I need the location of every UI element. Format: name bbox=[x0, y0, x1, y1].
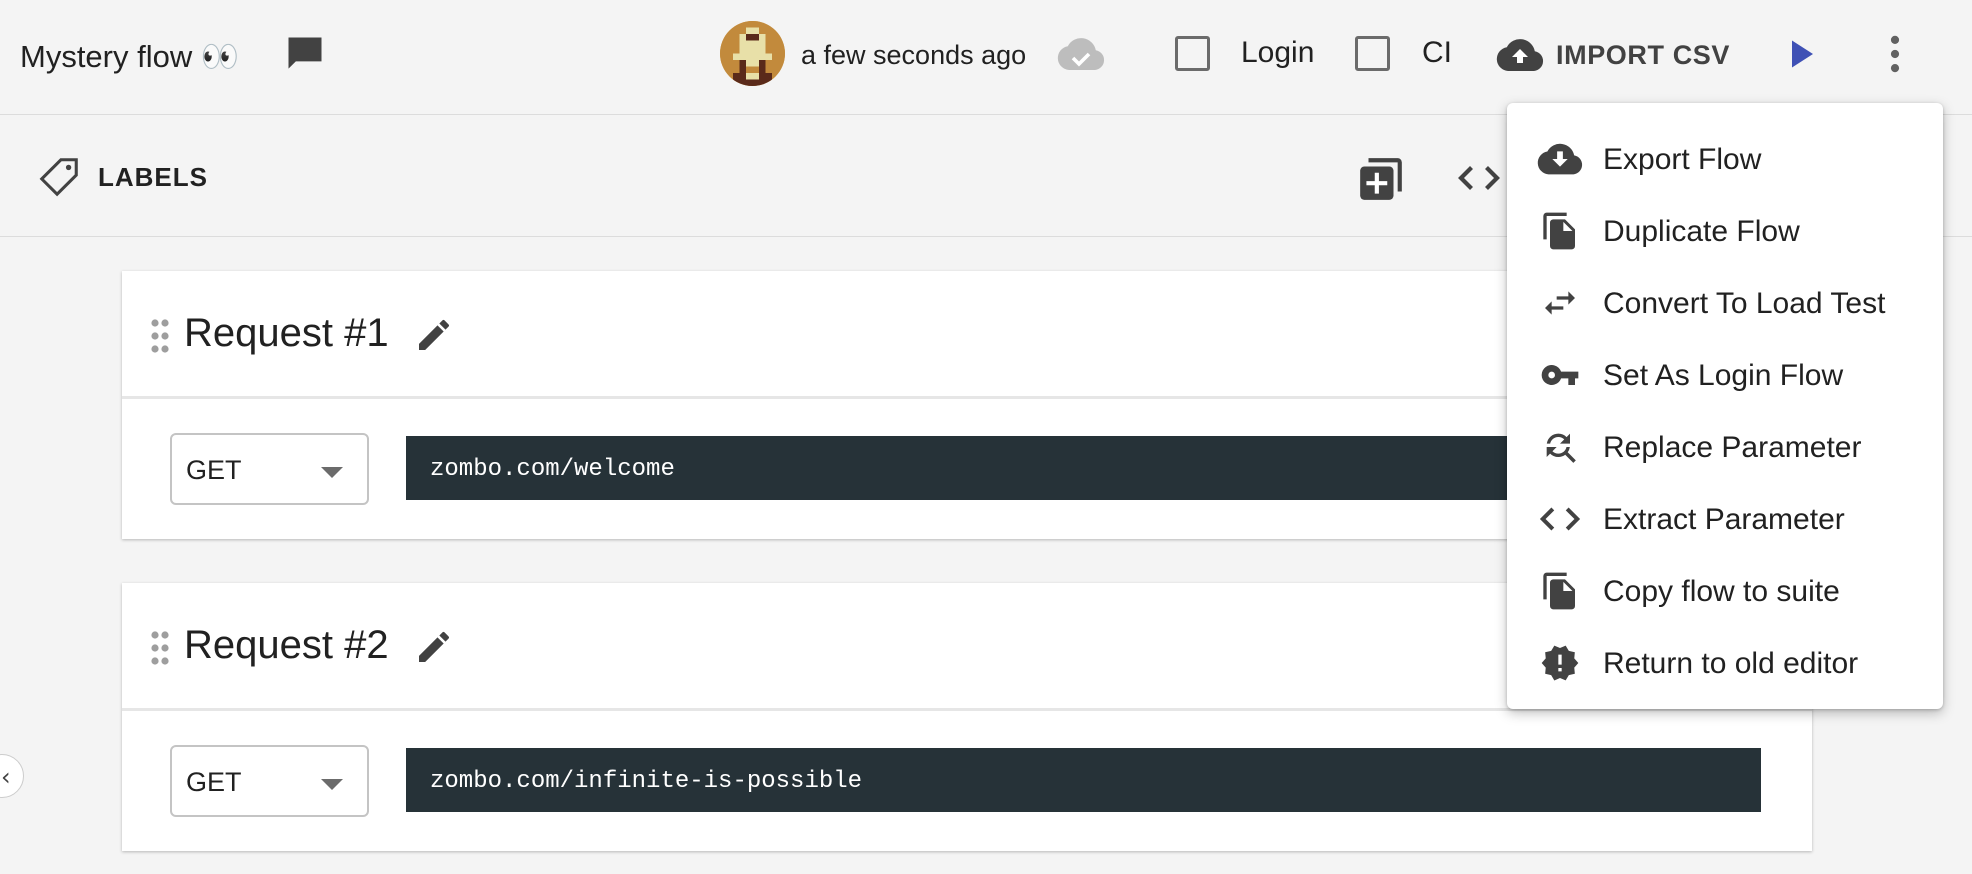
method-value: GET bbox=[186, 767, 242, 797]
method-value: GET bbox=[186, 455, 242, 485]
labels-label: LABELS bbox=[98, 161, 208, 192]
code-icon[interactable] bbox=[1455, 160, 1503, 196]
cloud-download-icon bbox=[1537, 143, 1583, 175]
menu-item-label: Return to old editor bbox=[1603, 647, 1859, 680]
swap-arrows-icon bbox=[1545, 291, 1575, 315]
drag-handle-icon[interactable] bbox=[150, 319, 170, 353]
comment-icon[interactable] bbox=[283, 32, 327, 76]
dropdown-arrow-icon bbox=[321, 467, 343, 478]
copy-icon bbox=[1543, 572, 1575, 610]
find-replace-icon bbox=[1546, 433, 1576, 463]
url-value: zombo.com/infinite-is-possible bbox=[430, 768, 863, 795]
label-tag-icon bbox=[39, 158, 78, 197]
method-select[interactable]: GET bbox=[170, 433, 369, 505]
request-title: Request #1 bbox=[184, 311, 389, 355]
code-icon bbox=[1539, 507, 1581, 531]
avatar[interactable] bbox=[720, 21, 785, 86]
alert-badge-icon bbox=[1541, 645, 1579, 681]
copy-icon bbox=[1543, 212, 1575, 250]
menu-item-label: Duplicate Flow bbox=[1603, 215, 1800, 248]
play-icon[interactable] bbox=[1783, 36, 1819, 72]
menu-item-label: Convert To Load Test bbox=[1603, 287, 1886, 320]
menu-item-duplicate-flow[interactable]: Duplicate Flow bbox=[1507, 195, 1943, 267]
ci-label: CI bbox=[1422, 36, 1452, 69]
ci-checkbox[interactable] bbox=[1355, 36, 1390, 71]
import-csv-button[interactable]: IMPORT CSV bbox=[1496, 30, 1730, 80]
login-checkbox[interactable] bbox=[1175, 36, 1210, 71]
chevron-left-icon: ‹ bbox=[1, 763, 11, 791]
edit-pencil-icon[interactable] bbox=[414, 627, 454, 667]
key-icon bbox=[1541, 365, 1579, 385]
login-label: Login bbox=[1241, 36, 1315, 69]
labels-button[interactable]: LABELS bbox=[36, 154, 208, 200]
menu-item-export-flow[interactable]: Export Flow bbox=[1507, 123, 1943, 195]
top-app-bar: Mystery flow 👀 a few seconds ago Login C… bbox=[0, 0, 1972, 115]
drag-handle-icon[interactable] bbox=[150, 631, 170, 665]
flow-options-menu: Export Flow Duplicate Flow Convert To Lo… bbox=[1507, 103, 1943, 709]
cloud-saved-icon bbox=[1057, 38, 1105, 70]
add-box-icon[interactable] bbox=[1356, 154, 1406, 204]
url-value: zombo.com/welcome bbox=[430, 456, 675, 483]
menu-item-return-old-editor[interactable]: Return to old editor bbox=[1507, 627, 1943, 699]
menu-item-set-login-flow[interactable]: Set As Login Flow bbox=[1507, 339, 1943, 411]
menu-item-label: Copy flow to suite bbox=[1603, 575, 1840, 608]
more-vert-icon[interactable] bbox=[1876, 32, 1914, 76]
url-input[interactable]: zombo.com/infinite-is-possible bbox=[406, 748, 1761, 812]
cloud-upload-icon bbox=[1496, 39, 1544, 71]
last-saved-text: a few seconds ago bbox=[801, 40, 1027, 70]
edit-pencil-icon[interactable] bbox=[414, 315, 454, 355]
menu-item-replace-parameter[interactable]: Replace Parameter bbox=[1507, 411, 1943, 483]
import-csv-label: IMPORT CSV bbox=[1556, 39, 1731, 70]
flow-title[interactable]: Mystery flow 👀 bbox=[20, 38, 239, 75]
menu-item-copy-to-suite[interactable]: Copy flow to suite bbox=[1507, 555, 1943, 627]
menu-item-extract-parameter[interactable]: Extract Parameter bbox=[1507, 483, 1943, 555]
menu-item-convert-load-test[interactable]: Convert To Load Test bbox=[1507, 267, 1943, 339]
collapse-sidebar-button[interactable]: ‹ bbox=[0, 754, 24, 798]
menu-item-label: Set As Login Flow bbox=[1603, 359, 1844, 392]
method-select[interactable]: GET bbox=[170, 745, 369, 817]
menu-item-label: Export Flow bbox=[1603, 143, 1762, 176]
menu-item-label: Extract Parameter bbox=[1603, 503, 1845, 536]
request-title: Request #2 bbox=[184, 623, 389, 667]
menu-item-label: Replace Parameter bbox=[1603, 431, 1862, 464]
dropdown-arrow-icon bbox=[321, 779, 343, 790]
